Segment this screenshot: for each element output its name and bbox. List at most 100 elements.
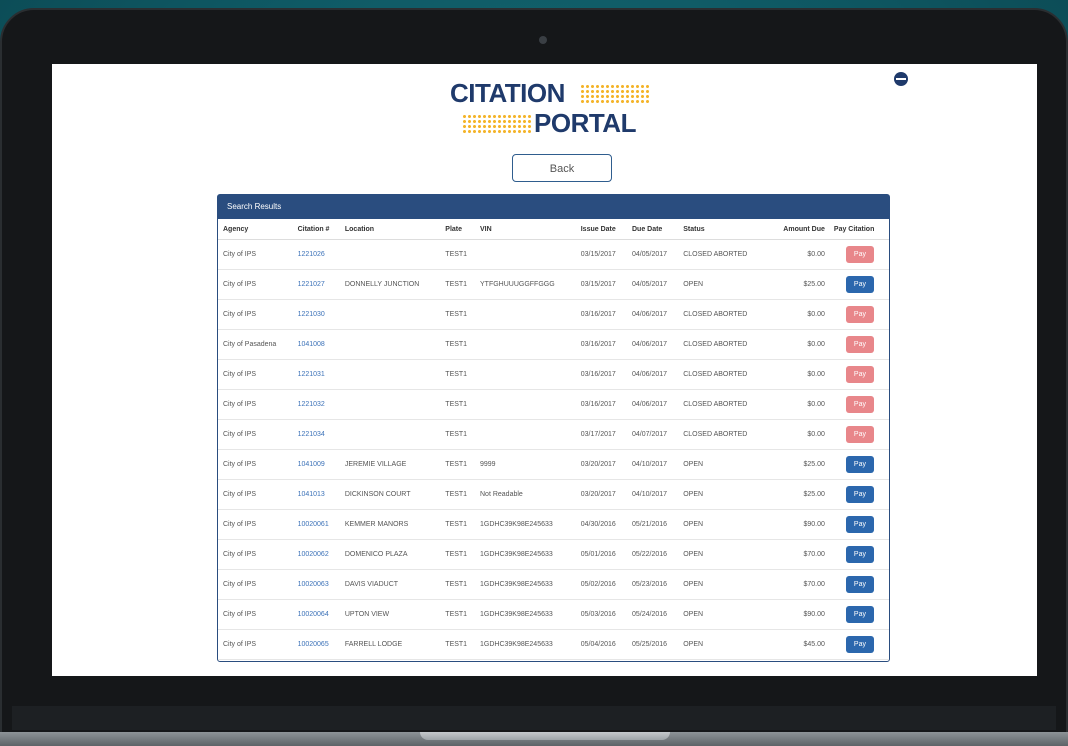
cell-vin (477, 299, 578, 330)
cell-agency: City of IPS (218, 269, 295, 300)
pay-button[interactable]: Pay (845, 306, 874, 323)
col-plate: Plate (442, 219, 477, 240)
search-results-panel: Search Results Agency Citation # Locatio… (217, 194, 890, 662)
table-row: City of IPS 1221030 TEST1 03/16/2017 04/06/2… (218, 299, 889, 330)
back-button[interactable]: Back (512, 154, 612, 182)
pay-button[interactable]: Pay (845, 456, 874, 473)
cell-location: FARRELL LODGE (341, 629, 443, 660)
citation-link[interactable]: 1221030 (294, 299, 342, 330)
citation-link[interactable]: 10020062 (294, 539, 342, 570)
citation-portal-logo: CITATION PORTAL (450, 78, 650, 138)
cell-plate: TEST1 (442, 479, 477, 510)
cell-status: OPEN (680, 629, 768, 660)
pay-button[interactable]: Pay (845, 396, 874, 413)
cell-due-date: 05/24/2016 (628, 599, 681, 630)
cell-issue-date: 03/20/2017 (577, 449, 629, 480)
citation-link[interactable]: 10020061 (294, 509, 342, 540)
cell-issue-date: 03/17/2017 (577, 419, 629, 450)
cell-plate: TEST1 (442, 419, 477, 450)
cell-vin: Not Readable (477, 479, 578, 510)
cell-pay: Pay (830, 539, 889, 570)
cell-pay: Pay (830, 299, 889, 330)
cell-amount-due: $0.00 (767, 389, 831, 420)
col-location: Location (341, 219, 443, 240)
cell-due-date: 05/21/2016 (628, 509, 681, 540)
cell-vin: 1GDHC39K98E245633 (477, 629, 578, 660)
citation-link[interactable]: 10020065 (294, 629, 342, 660)
cell-amount-due: $90.00 (767, 509, 831, 540)
cell-status: CLOSED ABORTED (680, 329, 768, 360)
citation-link[interactable]: 1041009 (294, 449, 342, 480)
cell-amount-due: $25.00 (767, 479, 831, 510)
pay-button[interactable]: Pay (845, 366, 874, 383)
pay-button[interactable]: Pay (845, 606, 874, 623)
logo-text-citation: CITATION (450, 78, 565, 108)
logo-text-portal: PORTAL (534, 108, 636, 138)
cell-pay: Pay (830, 629, 889, 660)
cell-vin: 1GDHC39K98E245633 (477, 509, 578, 540)
table-row: City of IPS 10020065 FARRELL LODGE TEST1 1GD… (218, 629, 889, 660)
cell-plate: TEST1 (442, 509, 477, 540)
cell-location: DAVIS VIADUCT (341, 569, 443, 600)
citation-link[interactable]: 10020063 (294, 569, 342, 600)
pay-button[interactable]: Pay (845, 336, 874, 353)
cell-vin (477, 389, 578, 420)
citation-link[interactable]: 1041013 (294, 479, 342, 510)
table-row: City of IPS 10020063 DAVIS VIADUCT TEST1 1GD… (218, 569, 889, 600)
citation-link[interactable]: 1221032 (294, 389, 342, 420)
cell-plate: TEST1 (442, 329, 477, 360)
cell-location (341, 389, 443, 420)
cell-due-date: 04/06/2017 (628, 359, 681, 390)
cell-due-date: 04/10/2017 (628, 479, 681, 510)
cell-due-date: 04/05/2017 (628, 269, 681, 300)
pay-button[interactable]: Pay (845, 276, 874, 293)
logo-dots-bottom (462, 114, 532, 134)
cell-issue-date: 03/16/2017 (577, 389, 629, 420)
cell-location (341, 329, 443, 360)
citation-link[interactable]: 1221027 (294, 269, 342, 300)
citation-link[interactable]: 1221026 (294, 239, 342, 270)
col-issue-date: Issue Date (577, 219, 629, 240)
cell-status: CLOSED ABORTED (680, 389, 768, 420)
cell-amount-due: $25.00 (767, 449, 831, 480)
cell-issue-date: 05/03/2016 (577, 599, 629, 630)
cell-status: OPEN (680, 479, 768, 510)
pay-button[interactable]: Pay (845, 246, 874, 263)
cell-pay: Pay (830, 389, 889, 420)
cell-plate: TEST1 (442, 389, 477, 420)
pay-button[interactable]: Pay (845, 426, 874, 443)
cell-issue-date: 03/15/2017 (577, 269, 629, 300)
pay-button[interactable]: Pay (845, 516, 874, 533)
table-row: City of IPS 1221027 DONNELLY JUNCTION TEST1… (218, 269, 889, 300)
col-amount-due: Amount Due (767, 219, 831, 240)
cell-pay: Pay (830, 269, 889, 300)
cell-amount-due: $0.00 (767, 419, 831, 450)
cell-vin: 1GDHC39K98E245633 (477, 599, 578, 630)
pay-button[interactable]: Pay (845, 636, 874, 653)
cell-amount-due: $0.00 (767, 329, 831, 360)
cell-agency: City of IPS (218, 419, 295, 450)
pay-button[interactable]: Pay (845, 576, 874, 593)
cell-due-date: 04/05/2017 (628, 239, 681, 270)
cell-due-date: 04/10/2017 (628, 449, 681, 480)
table-row: City of Pasadena 1041008 TEST1 03/16/2017 04… (218, 329, 889, 360)
camera-icon (539, 36, 547, 44)
cell-issue-date: 03/16/2017 (577, 329, 629, 360)
table-row: City of IPS 1221031 TEST1 03/16/2017 04/06/2… (218, 359, 889, 390)
citation-link[interactable]: 1041008 (294, 329, 342, 360)
table-row: City of IPS 1221034 TEST1 03/17/2017 04/07/2… (218, 419, 889, 450)
cell-agency: City of IPS (218, 449, 295, 480)
pay-button[interactable]: Pay (845, 486, 874, 503)
cell-due-date: 05/22/2016 (628, 539, 681, 570)
citation-link[interactable]: 10020064 (294, 599, 342, 630)
cell-status: OPEN (680, 269, 768, 300)
citation-link[interactable]: 1221031 (294, 359, 342, 390)
pay-button[interactable]: Pay (845, 546, 874, 563)
cell-plate: TEST1 (442, 359, 477, 390)
cell-agency: City of Pasadena (218, 329, 295, 360)
cell-amount-due: $25.00 (767, 269, 831, 300)
cell-issue-date: 05/02/2016 (577, 569, 629, 600)
citation-link[interactable]: 1221034 (294, 419, 342, 450)
globe-icon[interactable] (894, 72, 908, 86)
cell-status: OPEN (680, 539, 768, 570)
